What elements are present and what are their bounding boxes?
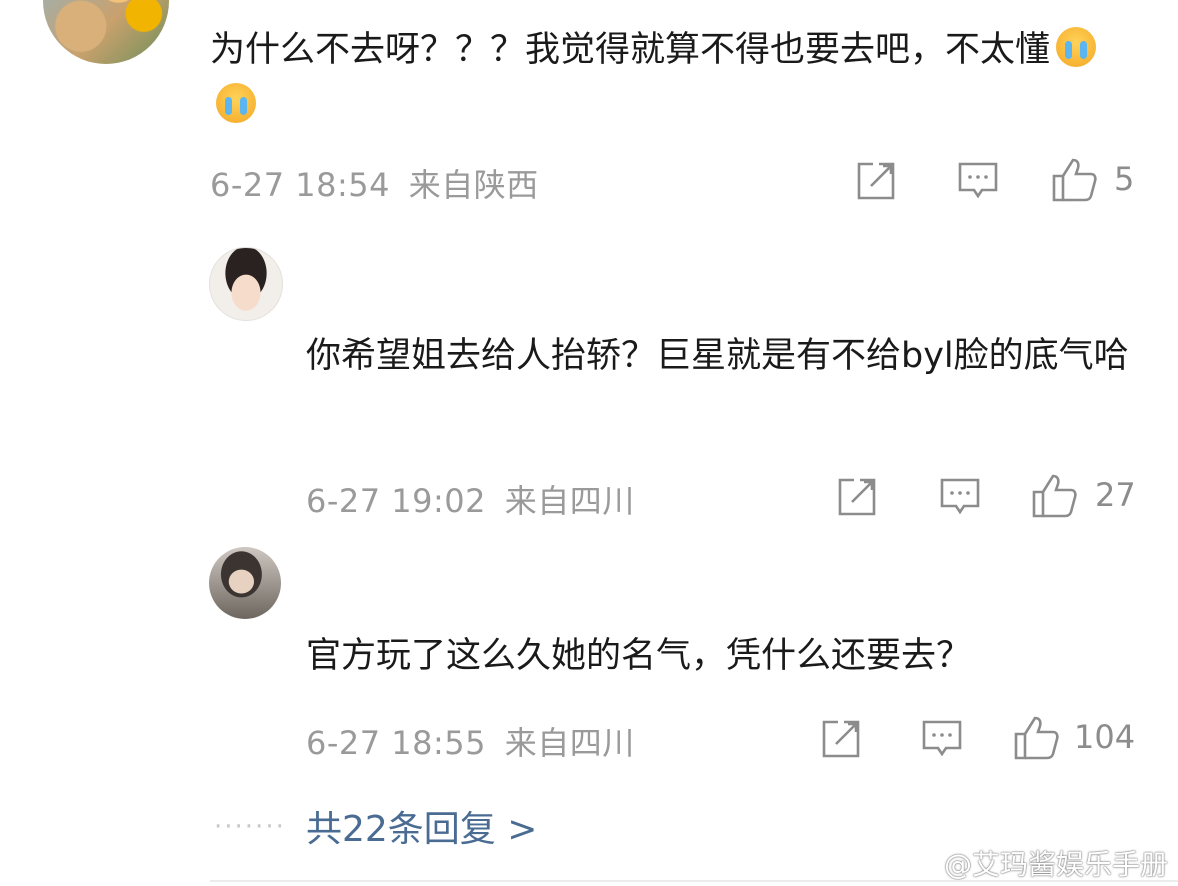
reply-text: 你希望姐去给人抬轿？巨星就是有不给byl脸的底气哈 xyxy=(306,336,1129,376)
share-icon[interactable] xyxy=(836,476,878,518)
like-count: 27 xyxy=(1095,476,1136,514)
share-icon[interactable] xyxy=(820,718,862,760)
reply-date: 6-27 18:55 xyxy=(306,724,487,762)
avatar[interactable] xyxy=(209,547,281,619)
crying-face-icon xyxy=(216,83,256,123)
divider xyxy=(210,880,1178,882)
comment-icon[interactable] xyxy=(938,476,982,518)
more-replies-link[interactable]: 共22条回复 > xyxy=(306,800,537,852)
more-replies-dots: ······· xyxy=(214,812,286,842)
like-count: 104 xyxy=(1074,718,1136,756)
reply-location: 来自四川 xyxy=(504,482,635,520)
like-icon[interactable] xyxy=(1030,472,1078,520)
watermark: @艾玛酱娱乐手册 xyxy=(943,848,1168,881)
reply-username[interactable] xyxy=(306,265,566,293)
reply-username[interactable] xyxy=(306,562,646,590)
comment-location: 来自陕西 xyxy=(408,166,539,204)
reply-location: 来自四川 xyxy=(504,724,635,762)
reply-meta: 6-27 19:02 来自四川 xyxy=(306,476,635,522)
avatar[interactable] xyxy=(43,0,169,64)
comment-meta: 6-27 18:54 来自陕西 xyxy=(210,160,539,206)
comment-text: 为什么不去呀？？？我觉得就算不得也要去吧，不太懂 xyxy=(210,22,1140,134)
avatar[interactable] xyxy=(209,247,283,321)
share-icon[interactable] xyxy=(855,160,897,202)
comment-icon[interactable] xyxy=(920,718,964,760)
like-icon[interactable] xyxy=(1012,714,1060,762)
reply-meta: 6-27 18:55 来自四川 xyxy=(306,718,635,764)
comment-icon[interactable] xyxy=(956,160,1000,202)
like-icon[interactable] xyxy=(1050,156,1098,204)
reply-text: 官方玩了这么久她的名气，凭什么还要去？ xyxy=(306,636,972,676)
like-count: 5 xyxy=(1114,160,1135,198)
reply-date: 6-27 19:02 xyxy=(306,482,487,520)
crying-face-icon xyxy=(1056,27,1097,67)
comment-date: 6-27 18:54 xyxy=(210,166,391,204)
